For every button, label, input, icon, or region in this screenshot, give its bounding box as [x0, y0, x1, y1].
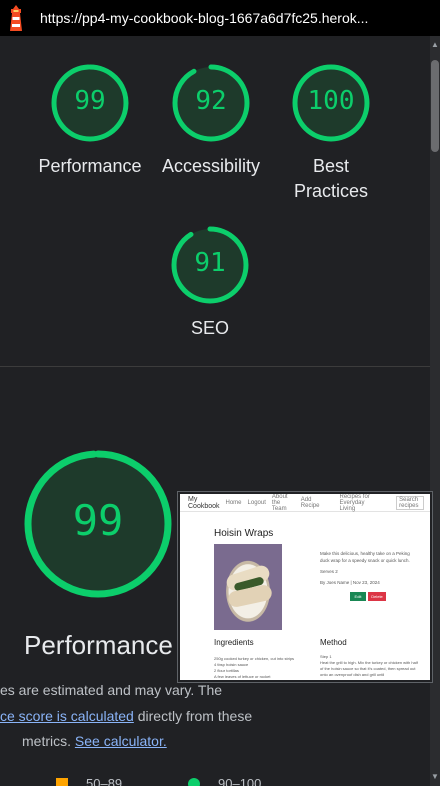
average-square-icon — [56, 777, 68, 786]
thumbnail-edit-button: Edit — [350, 592, 366, 601]
metrics-note-line3: metrics. See calculator. — [22, 733, 167, 749]
gauge-performance[interactable]: 99 Performance — [30, 62, 150, 179]
thumbnail-method-heading: Method — [320, 638, 347, 647]
score-calculation-link[interactable]: ce score is calculated — [0, 708, 134, 724]
scroll-up-arrow-icon[interactable]: ▲ — [430, 40, 440, 52]
gauge-accessibility[interactable]: 92 Accessibility — [156, 62, 266, 179]
gauge-label: Accessibility — [161, 156, 261, 176]
gauge-seo[interactable]: 91 SEO — [160, 224, 260, 341]
performance-title: Performance — [24, 630, 173, 660]
gauge-label: Performance — [38, 156, 142, 176]
gauge-label: SEO — [190, 318, 229, 338]
page-url[interactable]: https://pp4-my-cookbook-blog-1667a6d7fc2… — [40, 10, 412, 26]
gauge-label-line1: Best — [312, 156, 350, 176]
page-screenshot-thumbnail[interactable]: My Cookbook Home Logout About the Team A… — [177, 491, 433, 683]
section-divider — [0, 366, 430, 367]
metrics-note-line2: ce score is calculated directly from the… — [0, 708, 253, 724]
thumbnail-delete-button: Delete — [368, 592, 386, 601]
gauge-score: 91 — [194, 248, 226, 278]
thumbnail-food-image — [214, 544, 282, 630]
thumbnail-ingredients-heading: Ingredients — [214, 638, 254, 647]
gauge-score: 99 — [74, 86, 106, 116]
performance-score: 99 — [72, 496, 124, 545]
legend-average: 50–89 — [56, 776, 122, 786]
pass-circle-icon — [188, 777, 200, 786]
gauge-label-line2: Practices — [293, 181, 369, 201]
address-bar: https://pp4-my-cookbook-blog-1667a6d7fc2… — [0, 0, 440, 36]
scrollbar-thumb[interactable] — [431, 60, 439, 152]
see-calculator-link[interactable]: See calculator. — [75, 733, 167, 749]
thumbnail-description: Make this delicious, healthy take on a P… — [320, 551, 410, 585]
lighthouse-icon — [6, 5, 26, 31]
gauge-score: 100 — [307, 86, 355, 116]
thumbnail-ingredients-list: 250g cooked turkey or chicken, cut into … — [214, 656, 295, 679]
legend-pass: 90–100 — [188, 776, 261, 786]
metrics-note-line1: es are estimated and may vary. The — [0, 682, 223, 698]
thumbnail-navbar: My Cookbook Home Logout About the Team A… — [180, 494, 430, 512]
gauge-best-practices[interactable]: 100 Best Practices — [281, 62, 381, 204]
thumbnail-recipe-title: Hoisin Wraps — [214, 528, 274, 539]
performance-big-gauge: 99 — [22, 448, 174, 600]
scroll-down-arrow-icon[interactable]: ▼ — [430, 772, 440, 784]
gauge-score: 92 — [195, 86, 227, 116]
thumbnail-method-steps: Step 1 Heat the grill to high. Mix the t… — [320, 654, 418, 677]
